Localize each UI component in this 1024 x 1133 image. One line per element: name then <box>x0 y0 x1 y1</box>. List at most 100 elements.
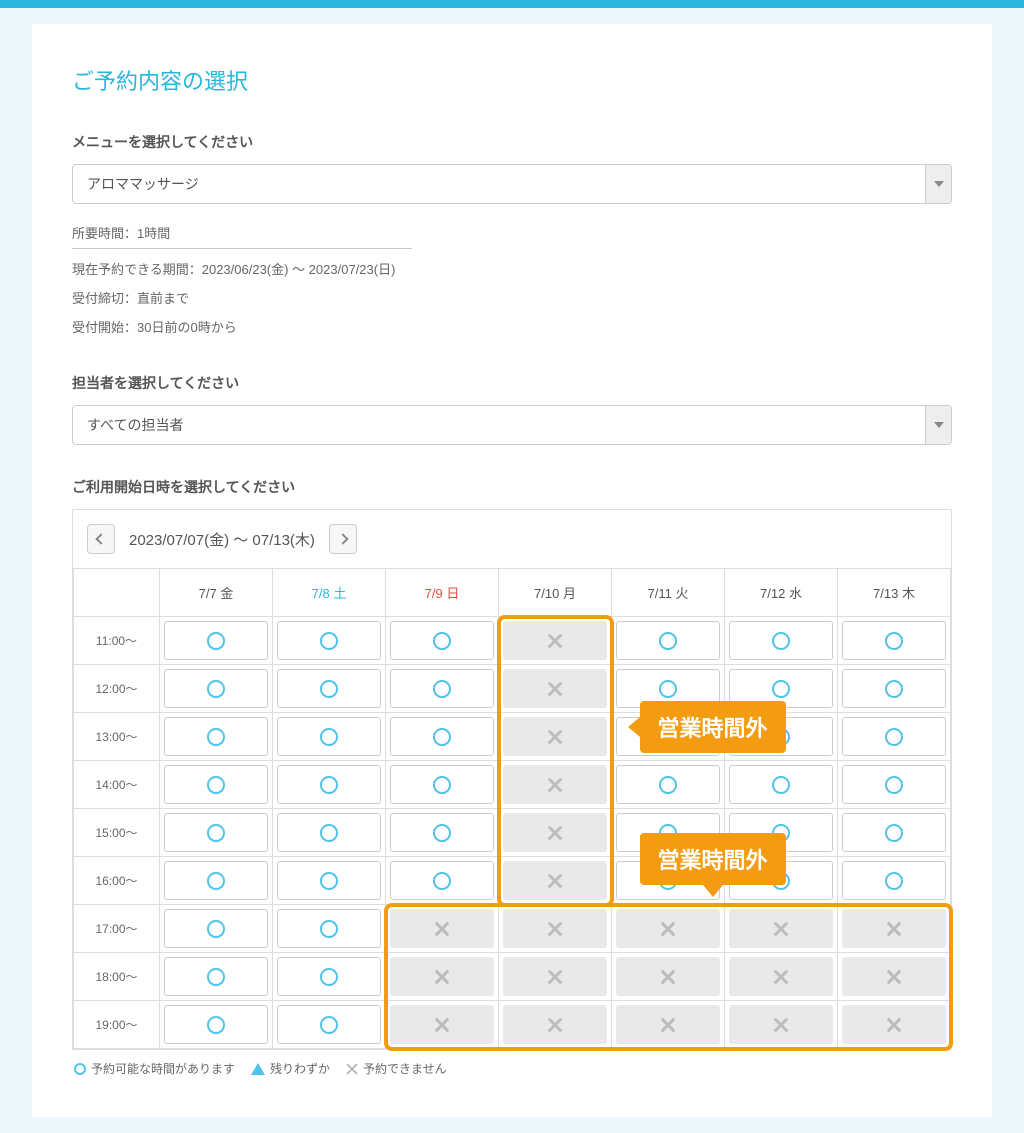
slot-available[interactable] <box>838 713 951 761</box>
x-icon <box>547 921 563 937</box>
slot-available[interactable] <box>386 857 499 905</box>
slot-available[interactable] <box>273 1001 386 1049</box>
calendar-table: 7/7 金7/8 土7/9 日7/10 月7/11 火7/12 水7/13 木 … <box>73 568 951 1049</box>
time-row-label: 15:00〜 <box>74 809 160 857</box>
chevron-right-icon <box>337 533 348 544</box>
circle-icon <box>207 728 225 746</box>
slot-available[interactable] <box>160 665 273 713</box>
staff-selected-value: すべての担当者 <box>87 415 183 435</box>
slot-unavailable <box>725 953 838 1001</box>
time-header-blank <box>74 569 160 617</box>
menu-meta: 所要時間：1時間 現在予約できる期間：2023/06/23(金) 〜 2023/… <box>72 218 952 341</box>
circle-icon <box>320 680 338 698</box>
slot-available[interactable] <box>273 713 386 761</box>
x-icon <box>547 633 563 649</box>
slot-unavailable <box>499 857 612 905</box>
slot-available[interactable] <box>160 953 273 1001</box>
slot-available[interactable] <box>160 713 273 761</box>
x-icon <box>547 825 563 841</box>
legend-available: 予約可能な時間があります <box>74 1060 235 1077</box>
circle-icon <box>433 728 451 746</box>
slot-available[interactable] <box>838 617 951 665</box>
menu-label: メニューを選択してください <box>72 132 952 152</box>
circle-icon <box>433 872 451 890</box>
x-icon <box>434 921 450 937</box>
slot-available[interactable] <box>386 617 499 665</box>
slot-available[interactable] <box>612 761 725 809</box>
slot-available[interactable] <box>386 713 499 761</box>
day-header: 7/10 月 <box>499 569 612 617</box>
slot-available[interactable] <box>386 665 499 713</box>
circle-icon <box>772 776 790 794</box>
slot-available[interactable] <box>160 1001 273 1049</box>
next-week-button[interactable] <box>329 524 357 554</box>
prev-week-button[interactable] <box>87 524 115 554</box>
calendar-nav: 2023/07/07(金) 〜 07/13(木) <box>73 510 951 568</box>
menu-section: メニューを選択してください アロママッサージ 所要時間：1時間 現在予約できる期… <box>72 132 952 341</box>
slot-unavailable <box>499 713 612 761</box>
slot-available[interactable] <box>838 665 951 713</box>
slot-unavailable <box>386 953 499 1001</box>
slot-unavailable <box>612 905 725 953</box>
circle-icon <box>207 920 225 938</box>
page-container: ご予約内容の選択 メニューを選択してください アロママッサージ 所要時間：1時間… <box>32 24 992 1117</box>
slot-available[interactable] <box>838 857 951 905</box>
x-icon <box>773 921 789 937</box>
x-icon <box>773 969 789 985</box>
circle-icon <box>433 776 451 794</box>
staff-label: 担当者を選択してください <box>72 373 952 393</box>
x-icon <box>547 729 563 745</box>
slot-unavailable <box>838 1001 951 1049</box>
slot-available[interactable] <box>273 665 386 713</box>
x-icon <box>547 873 563 889</box>
slot-available[interactable] <box>160 857 273 905</box>
x-icon <box>346 1063 358 1075</box>
circle-icon <box>885 632 903 650</box>
slot-available[interactable] <box>273 809 386 857</box>
slot-available[interactable] <box>160 617 273 665</box>
time-row-label: 14:00〜 <box>74 761 160 809</box>
slot-available[interactable] <box>160 905 273 953</box>
x-icon <box>886 921 902 937</box>
slot-unavailable <box>838 905 951 953</box>
slot-available[interactable] <box>273 761 386 809</box>
circle-icon <box>320 728 338 746</box>
circle-icon <box>320 1016 338 1034</box>
slot-available[interactable] <box>386 809 499 857</box>
slot-available[interactable] <box>725 617 838 665</box>
staff-select[interactable]: すべての担当者 <box>72 405 952 445</box>
meta-period: 現在予約できる期間：2023/06/23(金) 〜 2023/07/23(日) <box>72 254 952 283</box>
x-icon <box>547 1017 563 1033</box>
slot-available[interactable] <box>273 857 386 905</box>
circle-icon <box>320 632 338 650</box>
x-icon <box>547 969 563 985</box>
slot-available[interactable] <box>160 761 273 809</box>
day-header: 7/11 火 <box>612 569 725 617</box>
slot-available[interactable] <box>838 761 951 809</box>
slot-available[interactable] <box>160 809 273 857</box>
x-icon <box>547 777 563 793</box>
circle-icon <box>659 680 677 698</box>
slot-unavailable <box>612 1001 725 1049</box>
slot-unavailable <box>499 953 612 1001</box>
circle-icon <box>885 680 903 698</box>
slot-available[interactable] <box>273 905 386 953</box>
day-header: 7/7 金 <box>160 569 273 617</box>
x-icon <box>660 969 676 985</box>
circle-icon <box>320 872 338 890</box>
meta-duration: 所要時間：1時間 <box>72 223 412 249</box>
slot-available[interactable] <box>612 617 725 665</box>
circle-icon <box>320 776 338 794</box>
circle-icon <box>659 776 677 794</box>
slot-available[interactable] <box>273 953 386 1001</box>
slot-available[interactable] <box>386 761 499 809</box>
slot-available[interactable] <box>838 809 951 857</box>
day-header: 7/9 日 <box>386 569 499 617</box>
slot-available[interactable] <box>273 617 386 665</box>
menu-select[interactable]: アロママッサージ <box>72 164 952 204</box>
chevron-down-icon <box>934 181 944 187</box>
x-icon <box>886 969 902 985</box>
time-row-label: 11:00〜 <box>74 617 160 665</box>
circle-icon <box>207 968 225 986</box>
slot-available[interactable] <box>725 761 838 809</box>
